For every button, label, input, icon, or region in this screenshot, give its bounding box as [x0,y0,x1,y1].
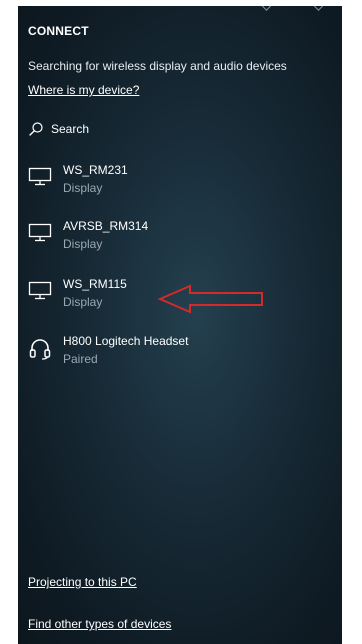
chevron-down-icon [260,6,273,11]
headset-icon [28,338,52,360]
search-button[interactable]: Search [28,120,89,138]
device-type: Display [63,237,103,251]
red-arrow-icon [156,284,266,314]
device-item-h800-logitech-headset[interactable]: H800 Logitech Headset Paired [28,334,328,374]
projecting-to-this-pc-link[interactable]: Projecting to this PC [28,575,137,589]
search-label: Search [51,122,90,136]
connect-panel: CONNECT Searching for wireless display a… [18,6,342,644]
search-status-text: Searching for wireless display and audio… [28,59,287,73]
top-edge [18,6,342,16]
search-icon [28,121,44,137]
device-name: H800 Logitech Headset [63,334,189,348]
find-other-devices-link[interactable]: Find other types of devices [28,617,171,631]
device-item-avrsb-rm314[interactable]: AVRSB_RM314 Display [28,219,328,259]
device-type: Display [63,181,103,195]
chevron-down-icon [312,6,325,11]
monitor-icon [28,167,52,187]
device-type: Paired [63,352,98,366]
device-type: Display [63,295,103,309]
device-name: WS_RM231 [63,163,128,177]
device-name: WS_RM115 [63,277,127,291]
device-name: AVRSB_RM314 [63,219,149,233]
monitor-icon [28,223,52,243]
device-item-ws-rm231[interactable]: WS_RM231 Display [28,163,328,203]
panel-title: CONNECT [28,24,89,38]
where-is-my-device-link[interactable]: Where is my device? [28,83,139,97]
monitor-icon [28,281,52,301]
